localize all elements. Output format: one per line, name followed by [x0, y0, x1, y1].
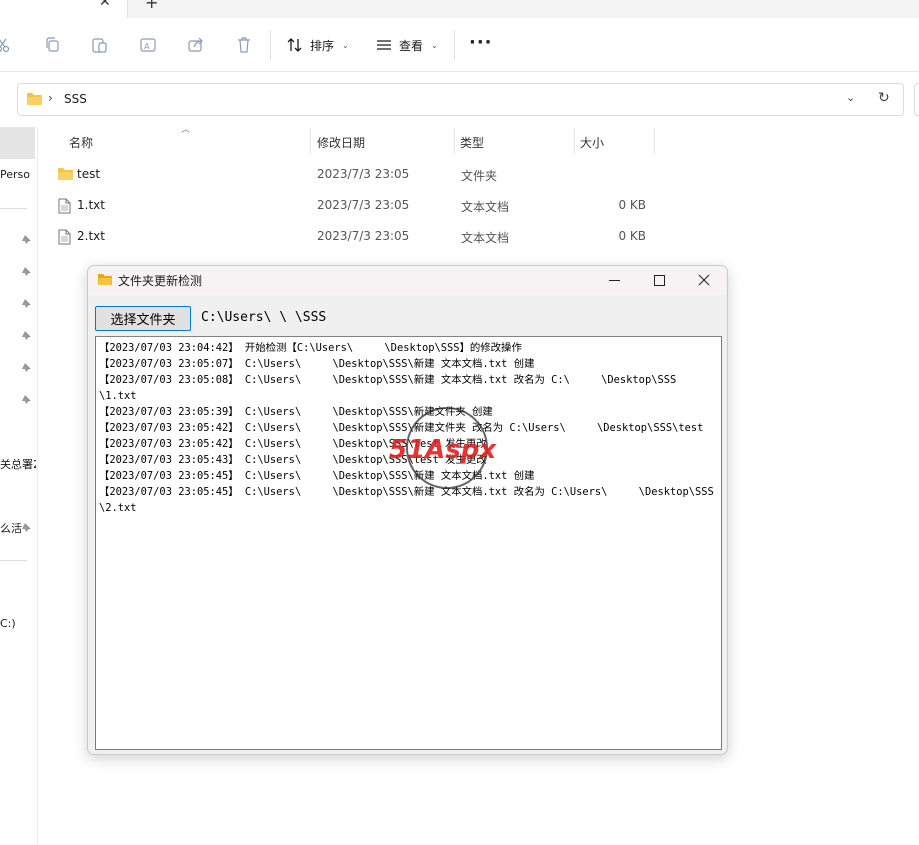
chevron-down-icon: ⌄ [342, 40, 349, 50]
pin-icon[interactable] [21, 330, 32, 341]
file-date: 2023/7/3 23:05 [317, 229, 410, 243]
breadcrumb-chevron-icon: › [48, 91, 53, 105]
folder-path-label: C:\Users\ \ \SSS [201, 310, 327, 325]
pin-icon[interactable] [21, 522, 32, 533]
navigation-pane: Perso 关总署2 么活 C:) [0, 127, 38, 845]
maximize-icon[interactable] [648, 270, 670, 290]
nav-divider [0, 560, 27, 561]
column-divider[interactable] [310, 128, 311, 154]
column-header-name[interactable]: 名称 [69, 134, 93, 151]
nav-item-selected[interactable] [0, 127, 35, 159]
column-divider[interactable] [574, 128, 575, 154]
new-tab-icon[interactable]: + [145, 0, 158, 12]
file-name: 1.txt [77, 198, 105, 212]
file-row[interactable]: 1.txt 2023/7/3 23:05 文本文档 0 KB [56, 192, 656, 220]
cut-icon[interactable] [0, 36, 12, 54]
minimize-icon[interactable] [603, 270, 625, 290]
folder-monitor-window: 文件夹更新检测 选择文件夹 C:\Users\ \ \SSS 【2023/07/… [87, 265, 728, 755]
toolbar-divider [270, 30, 271, 60]
file-type: 文本文档 [461, 200, 510, 214]
tab-close-icon[interactable]: ✕ [99, 0, 111, 10]
column-header-type[interactable]: 类型 [460, 134, 484, 151]
app-folder-icon [97, 273, 113, 289]
column-divider[interactable] [454, 128, 455, 154]
file-type: 文件夹 [461, 169, 498, 183]
paste-icon[interactable] [90, 36, 108, 54]
address-history-chevron-icon[interactable]: ⌄ [846, 91, 855, 104]
nav-item-drive-c[interactable]: C:) [0, 617, 20, 630]
file-date: 2023/7/3 23:05 [317, 167, 410, 181]
toolbar-divider [454, 30, 455, 60]
refresh-icon[interactable]: ↻ [878, 90, 890, 106]
pin-icon[interactable] [21, 266, 32, 277]
file-name: 2.txt [77, 229, 105, 243]
tab-sss[interactable]: ✕ [0, 0, 128, 18]
file-name: test [77, 167, 101, 181]
more-options-icon[interactable]: ··· [469, 32, 493, 53]
window-title: 文件夹更新检测 [118, 274, 203, 288]
copy-icon[interactable] [43, 36, 61, 54]
window-title-bar[interactable]: 文件夹更新检测 [88, 266, 727, 295]
select-folder-button[interactable]: 选择文件夹 [95, 306, 191, 331]
nav-divider [0, 208, 27, 209]
sort-button[interactable]: 排序 ⌄ [286, 34, 349, 56]
watermark-logo: 51Aspx [389, 407, 497, 489]
column-header-date[interactable]: 修改日期 [317, 134, 365, 151]
nav-item-huo[interactable]: 么活 [0, 520, 22, 536]
sort-ascending-icon: ︿ [181, 125, 191, 135]
file-size: 0 KB [618, 198, 646, 212]
view-button[interactable]: 查看 ⌄ [375, 34, 438, 56]
sort-label: 排序 [310, 38, 335, 53]
column-divider[interactable] [654, 128, 655, 154]
view-icon [377, 40, 391, 50]
search-box-edge[interactable] [914, 83, 919, 116]
pin-icon[interactable] [21, 298, 32, 309]
log-line: 【2023/07/03 23:05:08】 C:\Users\ \Desktop… [99, 374, 677, 386]
log-line: 【2023/07/03 23:05:07】 C:\Users\ \Desktop… [99, 358, 535, 370]
breadcrumb-sss[interactable]: SSS [64, 92, 87, 106]
watermark-text: 51Aspx [389, 435, 497, 465]
pin-icon[interactable] [21, 234, 32, 245]
sort-icon [287, 38, 302, 52]
share-icon[interactable] [187, 36, 205, 54]
rename-icon[interactable]: A [139, 36, 157, 54]
file-size: 0 KB [618, 229, 646, 243]
text-file-icon [57, 229, 71, 248]
delete-icon[interactable] [235, 36, 253, 54]
column-header-size[interactable]: 大小 [580, 134, 604, 151]
nav-item-personal[interactable]: Perso [0, 168, 36, 181]
svg-text:A: A [144, 42, 150, 51]
text-file-icon [57, 198, 71, 217]
file-type: 文本文档 [461, 231, 510, 245]
file-row[interactable]: 2.txt 2023/7/3 23:05 文本文档 0 KB [56, 223, 656, 251]
file-row[interactable]: test 2023/7/3 23:05 文件夹 [56, 161, 656, 189]
pin-icon[interactable] [21, 362, 32, 373]
command-bar: A 排序 ⌄ 查看 ⌄ ··· [0, 18, 919, 72]
folder-icon [57, 167, 74, 184]
folder-icon [26, 92, 43, 109]
log-line: \2.txt [99, 502, 137, 514]
pin-icon[interactable] [21, 394, 32, 405]
log-textbox[interactable]: 【2023/07/03 23:04:42】 开始检测【C:\Users\ \De… [95, 336, 722, 750]
nav-item-customs[interactable]: 关总署2 [0, 456, 36, 472]
address-bar[interactable]: › SSS ⌄ ↻ [17, 83, 904, 116]
view-label: 查看 [399, 38, 424, 53]
log-line: 【2023/07/03 23:04:42】 开始检测【C:\Users\ \De… [99, 342, 522, 354]
file-date: 2023/7/3 23:05 [317, 198, 410, 212]
tab-strip: ✕ + [0, 0, 919, 18]
chevron-down-icon: ⌄ [431, 40, 438, 50]
close-icon[interactable] [693, 270, 715, 290]
